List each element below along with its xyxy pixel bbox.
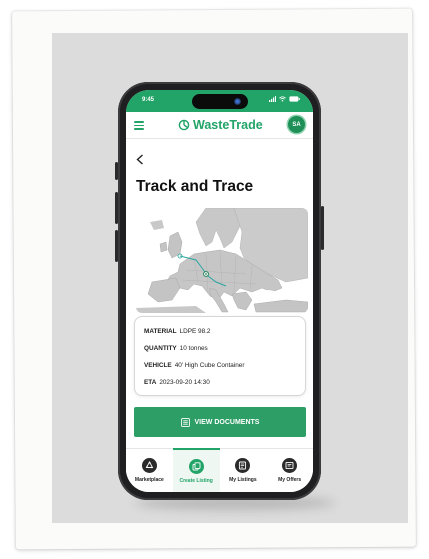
eta-label: ETA	[144, 379, 157, 386]
dynamic-island	[192, 94, 248, 109]
status-time: 9:45	[142, 97, 155, 103]
listings-icon	[235, 458, 251, 473]
nav-my-offers-label: My Offers	[278, 477, 302, 483]
status-bar: 9:45	[126, 90, 313, 112]
camera-icon	[234, 98, 241, 105]
app-screen: 9:45 WasteTrade SA Track and Trace MATER…	[126, 90, 313, 492]
phone-volume-down	[115, 230, 118, 262]
app-header: WasteTrade SA	[126, 112, 313, 139]
nav-create-listing-label: Create Listing	[179, 478, 213, 484]
wastetrade-logo-icon	[178, 119, 190, 131]
phone-frame: 9:45 WasteTrade SA Track and Trace MATER…	[115, 82, 324, 500]
back-button[interactable]	[136, 152, 144, 168]
shipment-details-card: MATERIAL LDPE 98.2 QUANTITY 10 tonnes VEHI…	[134, 316, 306, 396]
europe-map	[136, 208, 308, 313]
phone-power-button	[321, 206, 324, 250]
material-value: LDPE 98.2	[179, 328, 211, 335]
material-label: MATERIAL	[144, 328, 177, 335]
document-icon	[180, 417, 190, 427]
menu-icon[interactable]	[134, 121, 144, 132]
vehicle-label: VEHICLE	[144, 362, 172, 369]
quantity-row: QUANTITY 10 tonnes	[144, 345, 208, 352]
nav-marketplace-label: Marketplace	[134, 477, 164, 483]
nav-my-listings-label: My Listings	[229, 477, 257, 483]
avatar[interactable]: SA	[288, 116, 305, 133]
eta-value: 2023-09-20 14:30	[159, 379, 210, 386]
quantity-value: 10 tonnes	[179, 345, 208, 352]
vehicle-row: VEHICLE 40' High Cube Container	[144, 362, 245, 369]
brand-name: WasteTrade	[193, 118, 263, 132]
signal-icon	[269, 96, 276, 102]
offers-icon	[282, 458, 298, 473]
listing-add-icon	[188, 459, 204, 474]
nav-create-listing[interactable]: Create Listing	[172, 448, 220, 492]
recycle-icon	[141, 458, 157, 473]
tracking-map[interactable]	[136, 208, 308, 313]
bottom-nav: Marketplace Create Listing My Listings M…	[126, 448, 313, 492]
brand-logo[interactable]: WasteTrade	[178, 118, 263, 132]
wifi-icon	[279, 96, 286, 102]
battery-icon	[289, 96, 300, 102]
quantity-label: QUANTITY	[144, 345, 177, 352]
nav-my-offers[interactable]: My Offers	[266, 449, 313, 492]
phone-volume-up	[115, 192, 118, 224]
phone-mute-button	[115, 162, 118, 180]
status-icons	[269, 96, 300, 102]
vehicle-value: 40' High Cube Container	[174, 362, 245, 369]
eta-row: ETA 2023-09-20 14:30	[144, 379, 210, 386]
view-documents-label: VIEW DOCUMENTS	[194, 418, 260, 426]
view-documents-button[interactable]: VIEW DOCUMENTS	[134, 407, 306, 437]
page-title: Track and Trace	[136, 178, 254, 195]
nav-my-listings[interactable]: My Listings	[220, 449, 267, 492]
material-row: MATERIAL LDPE 98.2	[144, 328, 210, 335]
nav-marketplace[interactable]: Marketplace	[126, 449, 173, 492]
chevron-left-icon	[136, 154, 143, 165]
